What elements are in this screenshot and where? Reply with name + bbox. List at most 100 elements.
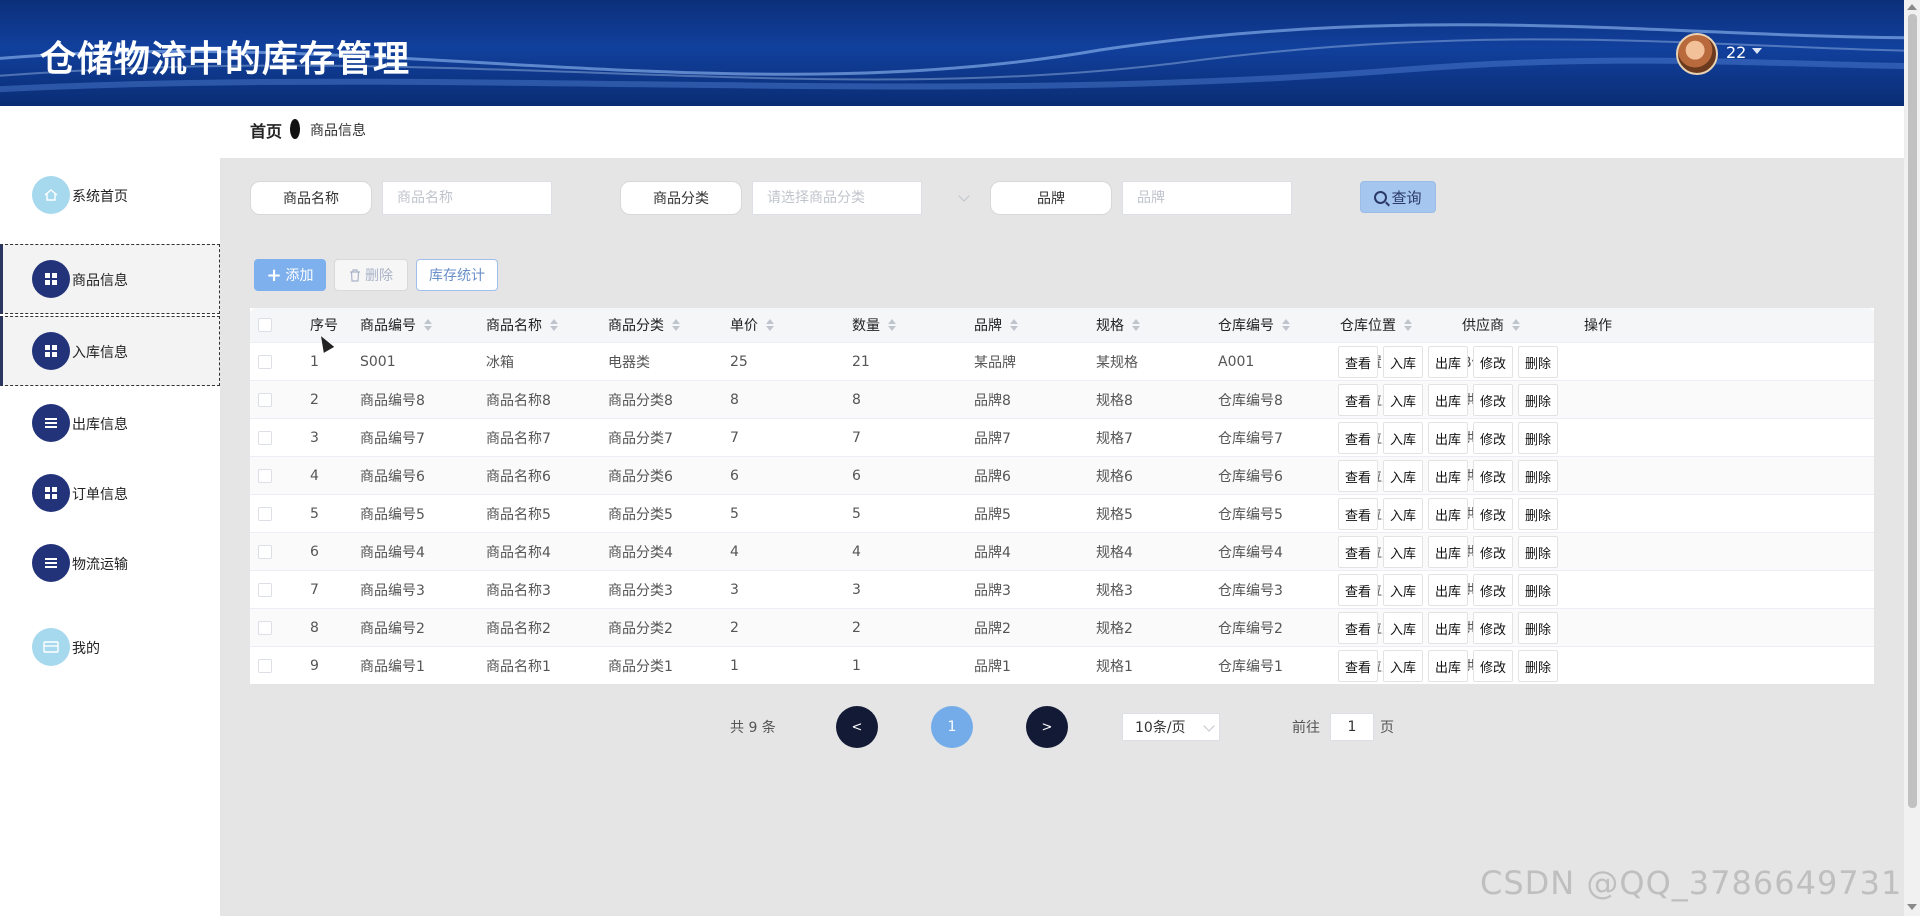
edit-button[interactable]: 修改 xyxy=(1473,574,1513,606)
view-button[interactable]: 查看 xyxy=(1338,346,1378,378)
query-button[interactable]: 查询 xyxy=(1360,181,1436,213)
row-checkbox[interactable] xyxy=(258,419,272,456)
brand-search-input[interactable] xyxy=(1122,181,1292,215)
view-button[interactable]: 查看 xyxy=(1338,460,1378,492)
goto-page-input[interactable]: 1 xyxy=(1330,713,1374,741)
outbound-button[interactable]: 出库 xyxy=(1428,384,1468,416)
inbound-button[interactable]: 入库 xyxy=(1383,612,1423,644)
row-checkbox[interactable] xyxy=(258,381,272,418)
sort-icon[interactable] xyxy=(888,319,896,331)
inbound-button[interactable]: 入库 xyxy=(1383,650,1423,682)
inbound-button[interactable]: 入库 xyxy=(1383,422,1423,454)
edit-button[interactable]: 修改 xyxy=(1473,650,1513,682)
view-button[interactable]: 查看 xyxy=(1338,536,1378,568)
username[interactable]: 22 xyxy=(1726,43,1746,62)
view-button[interactable]: 查看 xyxy=(1338,574,1378,606)
inbound-button[interactable]: 入库 xyxy=(1383,574,1423,606)
inbound-button[interactable]: 入库 xyxy=(1383,536,1423,568)
pagination-page-1[interactable]: 1 xyxy=(931,706,973,748)
header-unit-price[interactable]: 单价 xyxy=(730,308,774,342)
sort-icon[interactable] xyxy=(1010,319,1018,331)
header-warehouse-code[interactable]: 仓库编号 xyxy=(1218,308,1290,342)
chevron-down-icon[interactable] xyxy=(958,190,970,202)
sidebar-item-home[interactable]: 系统首页 xyxy=(0,160,220,230)
sort-icon[interactable] xyxy=(766,319,774,331)
sidebar-item-mine[interactable]: 我的 xyxy=(0,612,220,682)
edit-button[interactable]: 修改 xyxy=(1473,612,1513,644)
edit-button[interactable]: 修改 xyxy=(1473,536,1513,568)
delete-row-button[interactable]: 删除 xyxy=(1518,612,1558,644)
outbound-button[interactable]: 出库 xyxy=(1428,498,1468,530)
delete-row-button[interactable]: 删除 xyxy=(1518,384,1558,416)
outbound-button[interactable]: 出库 xyxy=(1428,650,1468,682)
header-warehouse-location[interactable]: 仓库位置 xyxy=(1340,308,1412,342)
add-button[interactable]: + 添加 xyxy=(254,259,326,291)
inbound-button[interactable]: 入库 xyxy=(1383,498,1423,530)
outbound-button[interactable]: 出库 xyxy=(1428,536,1468,568)
edit-button[interactable]: 修改 xyxy=(1473,422,1513,454)
scroll-up-arrow-icon[interactable] xyxy=(1907,4,1917,10)
sort-icon[interactable] xyxy=(1512,319,1520,331)
row-checkbox[interactable] xyxy=(258,571,272,608)
header-quantity[interactable]: 数量 xyxy=(852,308,896,342)
row-checkbox[interactable] xyxy=(258,647,272,684)
delete-row-button[interactable]: 删除 xyxy=(1518,498,1558,530)
row-checkbox[interactable] xyxy=(258,457,272,494)
header-goods-category[interactable]: 商品分类 xyxy=(608,308,680,342)
sidebar-item-outbound[interactable]: 出库信息 xyxy=(0,388,220,458)
edit-button[interactable]: 修改 xyxy=(1473,498,1513,530)
outbound-button[interactable]: 出库 xyxy=(1428,346,1468,378)
scrollbar-thumb[interactable] xyxy=(1908,14,1917,808)
outbound-button[interactable]: 出库 xyxy=(1428,422,1468,454)
inbound-button[interactable]: 入库 xyxy=(1383,384,1423,416)
stock-statistics-button[interactable]: 库存统计 xyxy=(416,259,498,291)
sort-icon[interactable] xyxy=(1132,319,1140,331)
sort-icon[interactable] xyxy=(1282,319,1290,331)
pagination-next-button[interactable]: > xyxy=(1026,706,1068,748)
header-goods-code[interactable]: 商品编号 xyxy=(360,308,432,342)
row-checkbox[interactable] xyxy=(258,495,272,532)
sort-icon[interactable] xyxy=(1404,319,1412,331)
delete-row-button[interactable]: 删除 xyxy=(1518,650,1558,682)
view-button[interactable]: 查看 xyxy=(1338,612,1378,644)
sort-icon[interactable] xyxy=(672,319,680,331)
view-button[interactable]: 查看 xyxy=(1338,498,1378,530)
select-all-checkbox[interactable] xyxy=(258,308,272,342)
delete-row-button[interactable]: 删除 xyxy=(1518,422,1558,454)
inbound-button[interactable]: 入库 xyxy=(1383,346,1423,378)
sidebar-item-goods[interactable]: 商品信息 xyxy=(0,244,220,314)
inbound-button[interactable]: 入库 xyxy=(1383,460,1423,492)
sidebar-item-logistics[interactable]: 物流运输 xyxy=(0,528,220,598)
edit-button[interactable]: 修改 xyxy=(1473,346,1513,378)
view-button[interactable]: 查看 xyxy=(1338,650,1378,682)
sidebar-item-inbound[interactable]: 入库信息 xyxy=(0,316,220,386)
edit-button[interactable]: 修改 xyxy=(1473,384,1513,416)
outbound-button[interactable]: 出库 xyxy=(1428,574,1468,606)
delete-row-button[interactable]: 删除 xyxy=(1518,574,1558,606)
scroll-down-arrow-icon[interactable] xyxy=(1907,904,1917,910)
breadcrumb-home[interactable]: 首页 xyxy=(250,118,282,142)
sort-icon[interactable] xyxy=(550,319,558,331)
delete-row-button[interactable]: 删除 xyxy=(1518,536,1558,568)
header-supplier[interactable]: 供应商 xyxy=(1462,308,1520,342)
category-select[interactable] xyxy=(752,181,922,215)
outbound-button[interactable]: 出库 xyxy=(1428,612,1468,644)
row-checkbox[interactable] xyxy=(258,533,272,570)
row-checkbox[interactable] xyxy=(258,609,272,646)
pagination-prev-button[interactable]: < xyxy=(836,706,878,748)
header-goods-name[interactable]: 商品名称 xyxy=(486,308,558,342)
row-checkbox[interactable] xyxy=(258,343,272,380)
view-button[interactable]: 查看 xyxy=(1338,384,1378,416)
chevron-down-icon[interactable] xyxy=(1752,48,1762,54)
outbound-button[interactable]: 出库 xyxy=(1428,460,1468,492)
delete-row-button[interactable]: 删除 xyxy=(1518,346,1558,378)
header-spec[interactable]: 规格 xyxy=(1096,308,1140,342)
delete-button[interactable]: 删除 xyxy=(334,259,408,291)
sort-icon[interactable] xyxy=(424,319,432,331)
delete-row-button[interactable]: 删除 xyxy=(1518,460,1558,492)
page-size-select[interactable]: 10条/页 xyxy=(1122,713,1220,741)
edit-button[interactable]: 修改 xyxy=(1473,460,1513,492)
name-search-input[interactable] xyxy=(382,181,552,215)
view-button[interactable]: 查看 xyxy=(1338,422,1378,454)
header-brand[interactable]: 品牌 xyxy=(974,308,1018,342)
